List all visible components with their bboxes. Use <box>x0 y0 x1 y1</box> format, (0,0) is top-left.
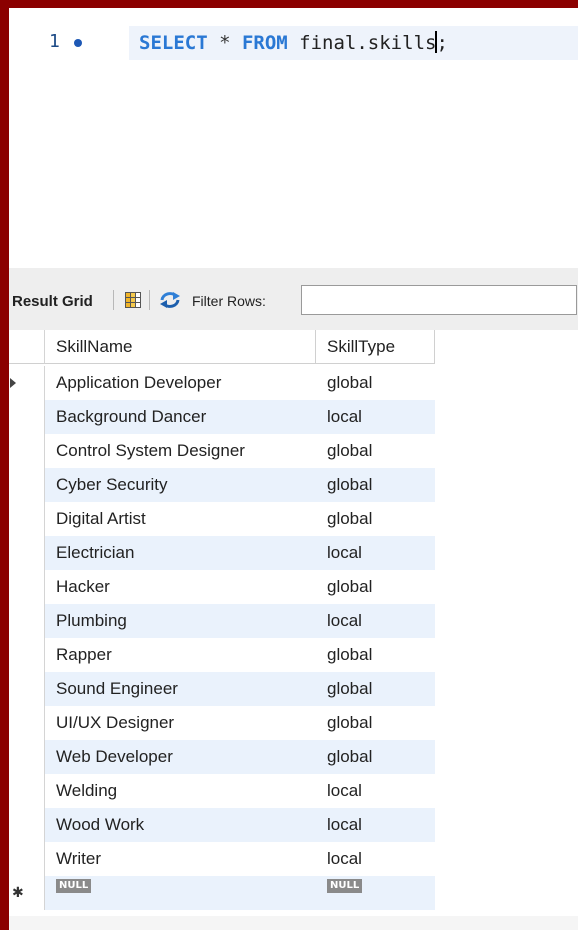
table-row[interactable]: Cyber Security global <box>9 468 435 502</box>
keyword-from: FROM <box>241 32 288 54</box>
cell-skillname[interactable]: Welding <box>45 774 316 808</box>
row-selector[interactable] <box>9 638 45 672</box>
grid-header-row: SkillName SkillType <box>9 330 435 364</box>
refresh-icon[interactable] <box>159 291 181 309</box>
cell-skillname[interactable]: Electrician <box>45 536 316 570</box>
toolbar-separator <box>113 290 114 310</box>
row-selector[interactable] <box>9 740 45 774</box>
row-selector[interactable] <box>9 502 45 536</box>
row-selector[interactable] <box>9 400 45 434</box>
current-line-highlight[interactable]: SELECT * FROM final.skills; <box>129 26 578 60</box>
cell-skilltype[interactable]: global <box>316 502 435 536</box>
row-selector[interactable] <box>9 570 45 604</box>
cell-skillname[interactable]: Control System Designer <box>45 434 316 468</box>
cell-skillname[interactable]: UI/UX Designer <box>45 706 316 740</box>
table-row[interactable]: Background Dancer local <box>9 400 435 434</box>
cell-skillname[interactable]: Web Developer <box>45 740 316 774</box>
row-selector[interactable] <box>9 434 45 468</box>
row-selector[interactable] <box>9 808 45 842</box>
window-bottom-strip <box>9 916 578 930</box>
cell-skillname[interactable]: Digital Artist <box>45 502 316 536</box>
table-row[interactable]: Digital Artist global <box>9 502 435 536</box>
row-selector[interactable] <box>9 672 45 706</box>
cell-skillname[interactable]: Writer <box>45 842 316 876</box>
row-selector[interactable]: ✱ <box>9 876 45 910</box>
cell-skillname[interactable]: Rapper <box>45 638 316 672</box>
cell-skillname[interactable]: Application Developer <box>45 366 316 400</box>
keyword-select: SELECT <box>139 32 208 54</box>
table-row[interactable]: Hacker global <box>9 570 435 604</box>
new-row[interactable]: ✱ NULL NULL <box>9 876 435 910</box>
cell-skilltype[interactable]: local <box>316 536 435 570</box>
table-row[interactable]: Sound Engineer global <box>9 672 435 706</box>
null-badge: NULL <box>56 879 92 893</box>
cell-skilltype[interactable]: local <box>316 774 435 808</box>
cell-skilltype[interactable]: global <box>316 638 435 672</box>
cell-skilltype[interactable]: global <box>316 672 435 706</box>
cell-skilltype[interactable]: local <box>316 400 435 434</box>
cell-skillname[interactable]: Background Dancer <box>45 400 316 434</box>
cell-skilltype[interactable]: global <box>316 468 435 502</box>
cell-skilltype-new[interactable]: NULL <box>316 876 435 910</box>
table-row[interactable]: Rapper global <box>9 638 435 672</box>
statement-marker-icon <box>74 39 82 47</box>
sql-statement[interactable]: SELECT * FROM final.skills; <box>139 31 448 54</box>
row-selector[interactable] <box>9 706 45 740</box>
table-row[interactable]: Control System Designer global <box>9 434 435 468</box>
sql-editor[interactable]: 1 SELECT * FROM final.skills; <box>9 8 578 268</box>
window-frame-top <box>0 0 578 8</box>
table-row[interactable]: UI/UX Designer global <box>9 706 435 740</box>
editor-gutter: 1 <box>9 8 129 268</box>
column-header-skilltype[interactable]: SkillType <box>316 330 435 364</box>
current-row-arrow-icon <box>10 378 16 388</box>
cell-skilltype[interactable]: local <box>316 842 435 876</box>
form-editor-icon[interactable] <box>125 292 141 308</box>
cell-skilltype[interactable]: local <box>316 808 435 842</box>
row-selector[interactable] <box>9 468 45 502</box>
table-row[interactable]: Web Developer global <box>9 740 435 774</box>
table-row[interactable]: Electrician local <box>9 536 435 570</box>
row-selector[interactable] <box>9 604 45 638</box>
cell-skillname-new[interactable]: NULL <box>45 876 316 910</box>
select-star: * <box>207 32 242 54</box>
cell-skillname[interactable]: Sound Engineer <box>45 672 316 706</box>
table-row[interactable]: Plumbing local <box>9 604 435 638</box>
new-row-asterisk-icon: ✱ <box>12 884 24 900</box>
statement-terminator: ; <box>436 32 448 54</box>
window-frame-left <box>0 0 9 930</box>
row-header-corner <box>9 330 45 364</box>
cell-skilltype[interactable]: global <box>316 434 435 468</box>
cell-skilltype[interactable]: global <box>316 570 435 604</box>
cell-skilltype[interactable]: local <box>316 604 435 638</box>
table-row[interactable]: Wood Work local <box>9 808 435 842</box>
result-grid-label: Result Grid <box>12 293 93 310</box>
row-selector[interactable] <box>9 536 45 570</box>
table-row[interactable]: Writer local <box>9 842 435 876</box>
cell-skillname[interactable]: Hacker <box>45 570 316 604</box>
cell-skilltype[interactable]: global <box>316 366 435 400</box>
table-identifier: final.skills <box>287 32 437 54</box>
row-selector[interactable] <box>9 842 45 876</box>
line-number: 1 <box>49 31 60 52</box>
result-toolbar: Result Grid Filter Rows: <box>9 268 578 330</box>
row-selector[interactable] <box>9 774 45 808</box>
cell-skilltype[interactable]: global <box>316 740 435 774</box>
filter-rows-input[interactable] <box>301 285 577 315</box>
column-header-skillname[interactable]: SkillName <box>45 330 316 364</box>
filter-rows-label: Filter Rows: <box>192 293 266 309</box>
row-selector[interactable] <box>9 366 45 400</box>
table-row[interactable]: Welding local <box>9 774 435 808</box>
null-badge: NULL <box>327 879 363 893</box>
cell-skillname[interactable]: Wood Work <box>45 808 316 842</box>
toolbar-separator <box>149 290 150 310</box>
cell-skillname[interactable]: Plumbing <box>45 604 316 638</box>
cell-skilltype[interactable]: global <box>316 706 435 740</box>
table-row[interactable]: Application Developer global <box>9 366 435 400</box>
result-grid[interactable]: SkillName SkillType Application Develope… <box>9 330 578 916</box>
cell-skillname[interactable]: Cyber Security <box>45 468 316 502</box>
